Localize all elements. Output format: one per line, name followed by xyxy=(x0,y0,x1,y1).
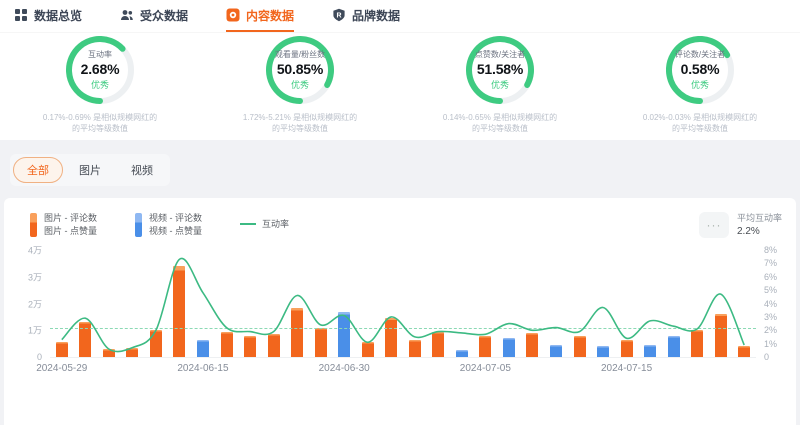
nav-tab-label: 数据总览 xyxy=(34,7,82,24)
nav-tab-audience-data[interactable]: 受众数据 xyxy=(120,0,188,32)
y-axis-left-tick: 2万 xyxy=(28,297,42,310)
average-engagement-label: 平均互动率 xyxy=(737,212,782,225)
nav-tab-label: 受众数据 xyxy=(140,7,188,24)
metric-title: 互动率 xyxy=(88,49,112,60)
x-axis-date-label: 2024-07-15 xyxy=(601,363,652,374)
grid-icon xyxy=(14,8,28,22)
x-axis-date-label: 2024-07-05 xyxy=(460,363,511,374)
filter-tab-videos[interactable]: 视频 xyxy=(117,157,167,183)
legend-image-comments: 图片 - 评论数 xyxy=(44,212,97,225)
y-axis-right-tick: 3% xyxy=(764,312,777,322)
filter-tab-images[interactable]: 图片 xyxy=(65,157,115,183)
x-axis-date-label: 2024-06-30 xyxy=(319,363,370,374)
metric-description: 0.14%-0.65% 是相似规模网红的的平均等级数值 xyxy=(443,112,557,134)
metric-value: 2.68% xyxy=(81,61,120,77)
metric-value: 50.85% xyxy=(277,61,323,77)
y-axis-right-tick: 4% xyxy=(764,299,777,309)
main-nav: 数据总览 受众数据 内容数据 R 品牌数据 xyxy=(0,0,800,33)
metric-title: 评论数/关注者 xyxy=(675,49,725,60)
legend-item-engagement-line[interactable]: 互动率 xyxy=(240,217,289,230)
plot-area: 01万2万3万4万01%2%3%4%5%6%7%8%2024-05-292024… xyxy=(50,250,756,358)
legend-line-label: 互动率 xyxy=(262,217,289,230)
x-axis-date-label: 2024-05-29 xyxy=(36,363,87,374)
y-axis-right-tick: 0 xyxy=(764,352,769,362)
nav-tab-label: 品牌数据 xyxy=(352,7,400,24)
content-section: 全部 图片 视频 图片 - 评论数 图片 - 点赞量 视频 - 评论数 视频 -… xyxy=(0,140,800,425)
metric-card-comments-per-follower: 评论数/关注者 0.58% 优秀 0.02%-0.03% 是相似规模网红的的平均… xyxy=(600,33,800,139)
image-bar-swatch-icon xyxy=(30,213,37,237)
legend-video-likes: 视频 - 点赞量 xyxy=(149,225,202,238)
legend-item-video[interactable]: 视频 - 评论数 视频 - 点赞量 xyxy=(135,212,202,238)
average-engagement-value: 2.2% xyxy=(737,225,782,238)
top-section: 数据总览 受众数据 内容数据 R 品牌数据 互动率 xyxy=(0,0,800,140)
nav-tab-brand-data[interactable]: R 品牌数据 xyxy=(332,0,400,32)
metric-rating: 优秀 xyxy=(491,78,509,91)
nav-tab-data-overview[interactable]: 数据总览 xyxy=(14,0,82,32)
y-axis-left-tick: 0 xyxy=(37,352,42,362)
y-axis-right-tick: 5% xyxy=(764,285,777,295)
nav-tab-content-data[interactable]: 内容数据 xyxy=(226,0,294,32)
y-axis-right-tick: 8% xyxy=(764,245,777,255)
metric-card-likes-per-follower: 点赞数/关注者 51.58% 优秀 0.14%-0.65% 是相似规模网红的的平… xyxy=(400,33,600,139)
nav-tab-label: 内容数据 xyxy=(246,7,294,24)
y-axis-right-tick: 2% xyxy=(764,325,777,335)
y-axis-left-tick: 4万 xyxy=(28,244,42,257)
audience-icon xyxy=(120,8,134,22)
engagement-rate-line xyxy=(50,250,756,357)
metric-rating: 优秀 xyxy=(691,78,709,91)
gauge-ring: 点赞数/关注者 51.58% 优秀 xyxy=(466,36,534,104)
y-axis-left-tick: 3万 xyxy=(28,270,42,283)
metric-description: 0.02%-0.03% 是相似规模网红的的平均等级数值 xyxy=(643,112,757,134)
gauge-ring: 观看量/粉丝数 50.85% 优秀 xyxy=(266,36,334,104)
metric-rating: 优秀 xyxy=(291,78,309,91)
gauge-ring: 互动率 2.68% 优秀 xyxy=(66,36,134,104)
gauge-ring: 评论数/关注者 0.58% 优秀 xyxy=(666,36,734,104)
y-axis-right-tick: 1% xyxy=(764,339,777,349)
metric-rating: 优秀 xyxy=(91,78,109,91)
x-axis-date-label: 2024-06-15 xyxy=(177,363,228,374)
metric-gauges-row: 互动率 2.68% 优秀 0.17%-0.69% 是相似规模网红的的平均等级数值… xyxy=(0,33,800,139)
legend-item-image[interactable]: 图片 - 评论数 图片 - 点赞量 xyxy=(30,212,97,238)
video-bar-swatch-icon xyxy=(135,213,142,237)
line-swatch-icon xyxy=(240,223,256,225)
chart-legend: 图片 - 评论数 图片 - 点赞量 视频 - 评论数 视频 - 点赞量 互动率 … xyxy=(4,212,796,242)
svg-text:R: R xyxy=(337,12,342,19)
y-axis-right-tick: 6% xyxy=(764,272,777,282)
metric-value: 0.58% xyxy=(681,61,720,77)
average-engagement-legend: ··· 平均互动率 2.2% xyxy=(699,212,782,238)
filter-tab-all[interactable]: 全部 xyxy=(13,157,63,183)
metric-card-views-per-follower: 观看量/粉丝数 50.85% 优秀 1.72%-5.21% 是相似规模网红的的平… xyxy=(200,33,400,139)
legend-video-comments: 视频 - 评论数 xyxy=(149,212,202,225)
chart-card: 图片 - 评论数 图片 - 点赞量 视频 - 评论数 视频 - 点赞量 互动率 … xyxy=(4,198,796,425)
chart-area: 01万2万3万4万01%2%3%4%5%6%7%8%2024-05-292024… xyxy=(50,250,756,358)
metric-description: 1.72%-5.21% 是相似规模网红的的平均等级数值 xyxy=(243,112,357,134)
metric-card-engagement-rate: 互动率 2.68% 优秀 0.17%-0.69% 是相似规模网红的的平均等级数值 xyxy=(0,33,200,139)
metric-title: 点赞数/关注者 xyxy=(475,49,525,60)
dashed-line-icon[interactable]: ··· xyxy=(699,212,729,238)
y-axis-left-tick: 1万 xyxy=(28,324,42,337)
metric-value: 51.58% xyxy=(477,61,523,77)
metric-description: 0.17%-0.69% 是相似规模网红的的平均等级数值 xyxy=(43,112,157,134)
legend-image-likes: 图片 - 点赞量 xyxy=(44,225,97,238)
content-type-filter: 全部 图片 视频 xyxy=(10,154,170,186)
y-axis-right-tick: 7% xyxy=(764,258,777,268)
content-icon xyxy=(226,8,240,22)
metric-title: 观看量/粉丝数 xyxy=(275,49,325,60)
brand-shield-icon: R xyxy=(332,8,346,22)
